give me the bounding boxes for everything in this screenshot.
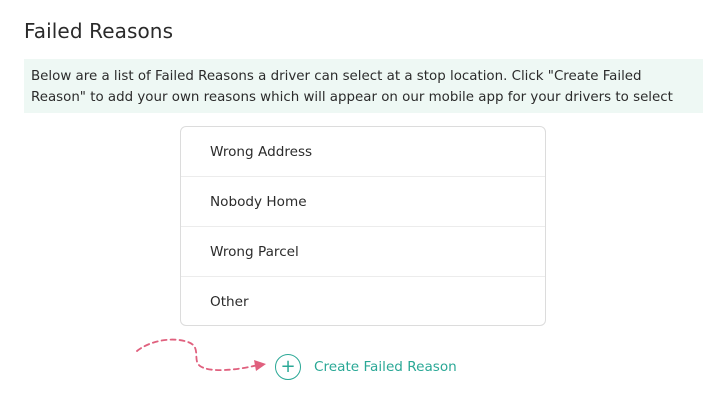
failed-reasons-list: Wrong Address Nobody Home Wrong Parcel O… (180, 126, 546, 326)
dashed-arrow-icon (136, 338, 266, 371)
reason-item-nobody-home[interactable]: Nobody Home (181, 177, 545, 227)
reason-item-wrong-parcel[interactable]: Wrong Parcel (181, 227, 545, 277)
create-failed-reason-button[interactable]: + Create Failed Reason (275, 352, 457, 382)
info-banner: Below are a list of Failed Reasons a dri… (24, 59, 703, 113)
page-title: Failed Reasons (24, 19, 174, 43)
reason-item-wrong-address[interactable]: Wrong Address (181, 127, 545, 177)
create-failed-reason-label: Create Failed Reason (314, 359, 457, 375)
reason-item-other[interactable]: Other (181, 277, 545, 325)
plus-circle-icon: + (275, 354, 301, 380)
